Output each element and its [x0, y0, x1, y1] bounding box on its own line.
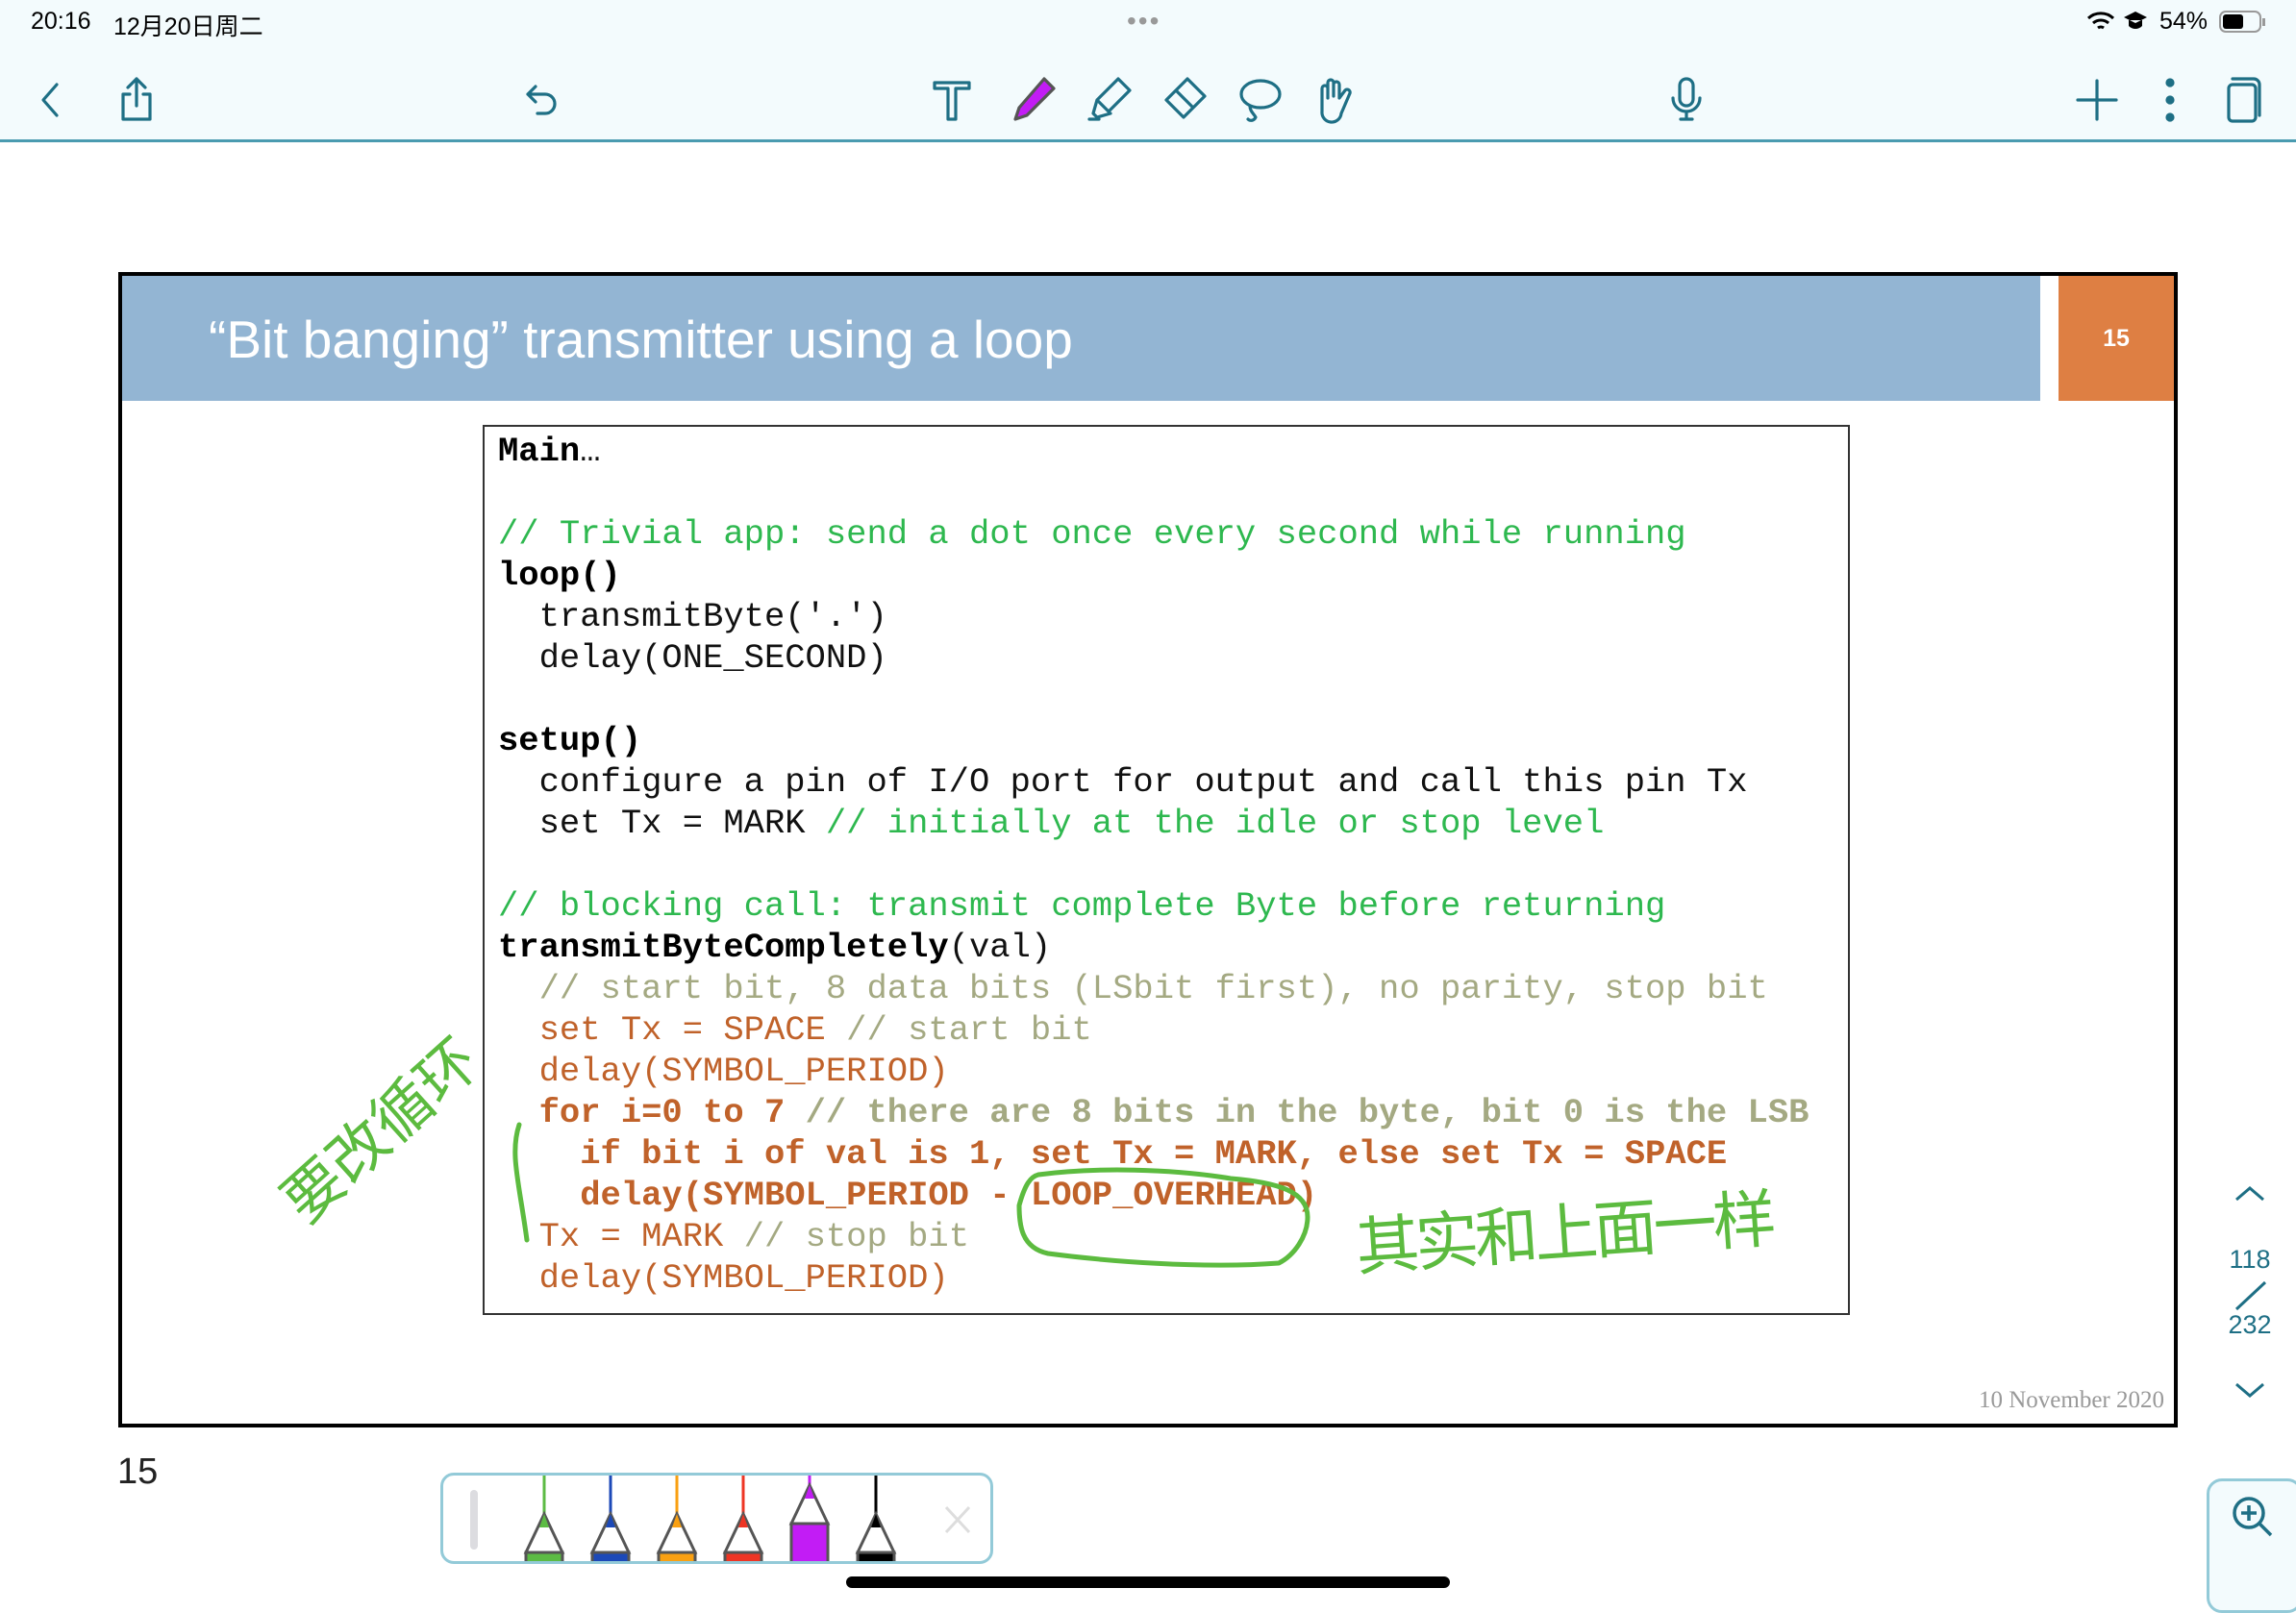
- handwritten-annotation-marks: [512, 1122, 1310, 1268]
- chevron-up-icon[interactable]: [2233, 1182, 2267, 1205]
- zoom-button[interactable]: [2207, 1478, 2296, 1613]
- annotation-circle: [1016, 1167, 1310, 1268]
- home-indicator[interactable]: [846, 1576, 1450, 1588]
- pen-color-0[interactable]: [520, 1476, 568, 1564]
- page-separator: [2234, 1280, 2267, 1311]
- annotation-bracket: [512, 1122, 530, 1243]
- pen-color-2[interactable]: [653, 1476, 701, 1564]
- pen-color-1[interactable]: [586, 1476, 635, 1564]
- page-label: 15: [117, 1452, 159, 1492]
- pen-color-4[interactable]: [786, 1476, 834, 1564]
- tray-drag-handle[interactable]: [470, 1490, 478, 1550]
- close-tray-icon[interactable]: [943, 1504, 972, 1535]
- pen-tray: [440, 1473, 993, 1564]
- total-pages: 232: [2228, 1310, 2272, 1339]
- zoom-in-icon: [2233, 1497, 2273, 1537]
- pen-color-5[interactable]: [852, 1476, 900, 1564]
- chevron-down-icon[interactable]: [2233, 1378, 2267, 1402]
- current-page: 118: [2229, 1245, 2271, 1274]
- pen-color-3[interactable]: [719, 1476, 767, 1564]
